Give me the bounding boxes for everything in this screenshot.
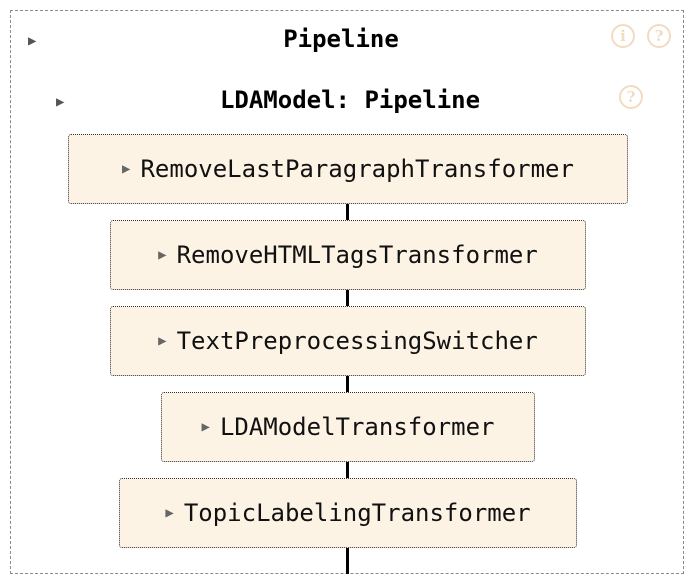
step-toggle-icon: ▶: [158, 333, 167, 349]
step-label: TextPreprocessingSwitcher: [176, 327, 538, 355]
connector-line-2: [346, 290, 349, 306]
pipeline-toggle-icon[interactable]: ▶: [28, 33, 36, 49]
step-label: LDAModelTransformer: [219, 413, 495, 441]
step-label: TopicLabelingTransformer: [183, 499, 531, 527]
sub-pipeline-toggle-icon[interactable]: ▶: [56, 94, 64, 110]
info-icon[interactable]: i: [611, 24, 635, 48]
step-remove-html-tags[interactable]: ▶ RemoveHTMLTagsTransformer: [110, 220, 586, 290]
step-toggle-icon: ▶: [165, 505, 174, 521]
connector-line-1: [346, 204, 349, 220]
sub-pipeline-help-icon[interactable]: ?: [619, 85, 643, 109]
connector-line-5: [346, 548, 349, 574]
step-topic-labeling-transformer[interactable]: ▶ TopicLabelingTransformer: [119, 478, 577, 548]
step-label: RemoveHTMLTagsTransformer: [176, 241, 538, 269]
step-remove-last-paragraph[interactable]: ▶ RemoveLastParagraphTransformer: [68, 134, 628, 204]
sub-pipeline-title[interactable]: LDAModel: Pipeline: [220, 86, 480, 114]
step-toggle-icon: ▶: [122, 161, 131, 177]
pipeline-title[interactable]: Pipeline: [283, 25, 399, 53]
connector-line-3: [346, 376, 349, 392]
step-lda-model-transformer[interactable]: ▶ LDAModelTransformer: [161, 392, 535, 462]
connector-line-4: [346, 462, 349, 478]
help-icon[interactable]: ?: [647, 24, 671, 48]
step-label: RemoveLastParagraphTransformer: [140, 155, 574, 183]
step-text-preprocessing-switcher[interactable]: ▶ TextPreprocessingSwitcher: [110, 306, 586, 376]
step-toggle-icon: ▶: [158, 247, 167, 263]
step-toggle-icon: ▶: [201, 419, 210, 435]
